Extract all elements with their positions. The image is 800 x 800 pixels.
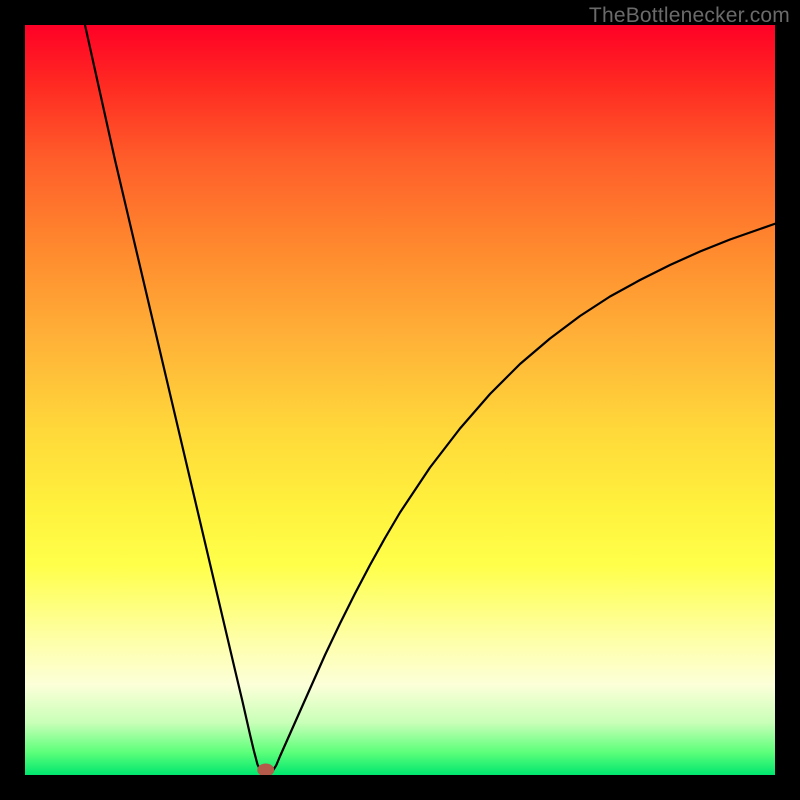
watermark-text: TheBottlenecker.com	[589, 4, 790, 28]
plot-area	[25, 25, 775, 775]
plot-svg	[25, 25, 775, 775]
minimum-marker	[258, 764, 274, 775]
chart-frame: TheBottlenecker.com	[0, 0, 800, 800]
bottleneck-curve	[85, 25, 775, 775]
